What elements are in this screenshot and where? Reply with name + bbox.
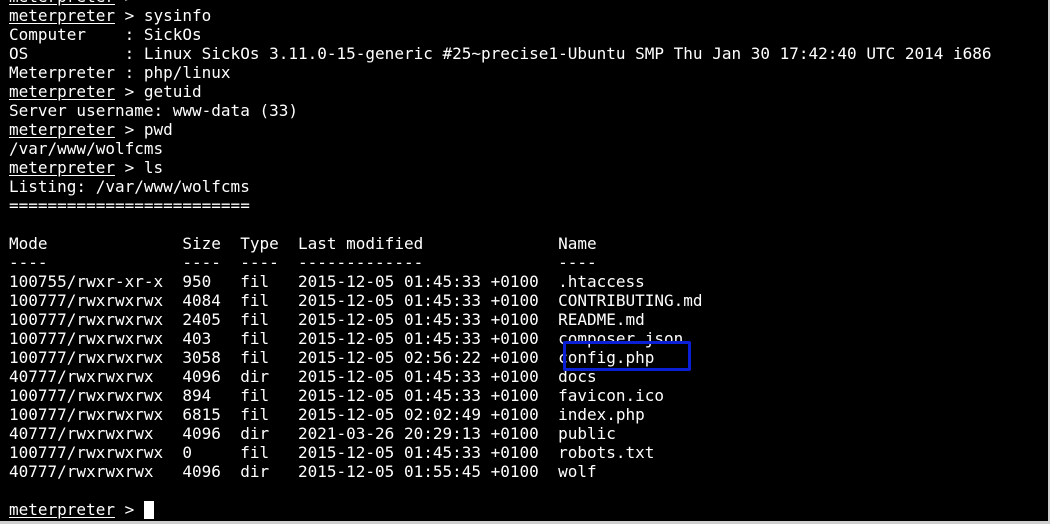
output-line: 40777/rwxrwxrwx 4096 dir 2015-12-05 01:5… (9, 462, 597, 481)
output-line: ---- ---- ---- ------------- ---- (9, 253, 597, 272)
output-line: Mode Size Type Last modified Name (9, 234, 597, 253)
prompt-line: meterpreter > getuid (9, 82, 992, 101)
command-text: pwd (143, 120, 173, 139)
prompt-label: meterpreter (9, 500, 115, 519)
config-php-highlight-box (563, 341, 691, 371)
command-text: sysinfo (143, 6, 212, 25)
prompt-line: meterpreter > (9, 500, 992, 519)
output-line: Meterpreter : php/linux (9, 63, 231, 82)
prompt-suffix: > (114, 158, 144, 177)
output-line: ========================= (9, 196, 250, 215)
output-line: 40777/rwxrwxrwx 4096 dir 2015-12-05 01:4… (9, 367, 597, 386)
output-line: 100777/rwxrwxrwx 403 fil 2015-12-05 01:4… (9, 329, 684, 348)
command-text: ls (143, 158, 164, 177)
prompt-suffix: > (114, 500, 144, 519)
prompt-label: meterpreter (9, 158, 115, 177)
prompt-line: meterpreter > sysinfo (9, 6, 992, 25)
output-line: 100777/rwxrwxrwx 0 fil 2015-12-05 01:45:… (9, 443, 655, 462)
output-line: /var/www/wolfcms (9, 139, 164, 158)
output-line: 40777/rwxrwxrwx 4096 dir 2021-03-26 20:2… (9, 424, 616, 443)
output-line: 100777/rwxrwxrwx 6815 fil 2015-12-05 02:… (9, 405, 645, 424)
text-cursor[interactable] (143, 501, 154, 519)
output-line: 100777/rwxrwxrwx 2405 fil 2015-12-05 01:… (9, 310, 645, 329)
output-line: Listing: /var/www/wolfcms (9, 177, 250, 196)
prompt-line: meterpreter > pwd (9, 120, 992, 139)
output-line: 100777/rwxrwxrwx 894 fil 2015-12-05 01:4… (9, 386, 665, 405)
output-line: OS : Linux SickOs 3.11.0-15-generic #25~… (9, 44, 992, 63)
output-line: 100755/rwxr-xr-x 950 fil 2015-12-05 01:4… (9, 272, 645, 291)
prompt-suffix: > (114, 6, 144, 25)
output-line: Server username: www-data (33) (9, 101, 298, 120)
prompt-label: meterpreter (9, 6, 115, 25)
prompt-suffix: > (114, 120, 144, 139)
output-line: 100777/rwxrwxrwx 4084 fil 2015-12-05 01:… (9, 291, 703, 310)
command-text: getuid (143, 82, 202, 101)
prompt-label: meterpreter (9, 82, 115, 101)
prompt-suffix: > (114, 82, 144, 101)
output-line: Computer : SickOs (9, 25, 202, 44)
terminal-window[interactable]: meterpreter > meterpreter > sysinfoCompu… (0, 0, 1050, 524)
output-line: 100777/rwxrwxrwx 3058 fil 2015-12-05 02:… (9, 348, 655, 367)
prompt-line: meterpreter > ls (9, 158, 992, 177)
terminal-output: meterpreter > meterpreter > sysinfoCompu… (9, 0, 992, 519)
prompt-label: meterpreter (9, 120, 115, 139)
